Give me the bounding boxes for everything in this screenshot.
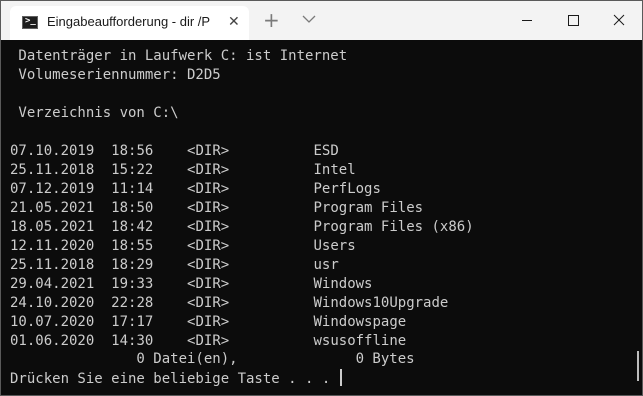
entry-type: <DIR> — [187, 200, 230, 216]
entry-type: <DIR> — [187, 314, 230, 330]
volume-serial-line: Volumeseriennummer: D2D5 — [10, 67, 221, 83]
text-cursor — [339, 369, 342, 386]
directory-row: 25.11.2018 15:22 <DIR> Intel — [10, 161, 356, 180]
directory-row: 24.10.2020 22:28 <DIR> Windows10Upgrade — [10, 294, 448, 313]
directory-row: 18.05.2021 18:42 <DIR> Program Files (x8… — [10, 218, 474, 237]
directory-row: 01.06.2020 14:30 <DIR> wsusoffline — [10, 332, 406, 351]
entry-date: 25.11.2018 — [10, 162, 95, 178]
minimize-icon[interactable] — [504, 1, 550, 40]
directory-row: 21.05.2021 18:50 <DIR> Program Files — [10, 199, 423, 218]
entry-name: wsusoffline — [313, 333, 407, 349]
entry-name: Program Files (x86) — [313, 219, 474, 235]
entry-type: <DIR> — [187, 333, 230, 349]
entry-name: Windowspage — [313, 314, 407, 330]
entry-name: Users — [313, 238, 356, 254]
close-window-icon[interactable] — [596, 1, 642, 40]
entry-time: 18:55 — [111, 238, 154, 254]
entry-type: <DIR> — [187, 181, 230, 197]
entry-time: 15:22 — [111, 162, 154, 178]
entry-date: 07.10.2019 — [10, 143, 95, 159]
entry-type: <DIR> — [187, 238, 230, 254]
directory-row: 25.11.2018 18:29 <DIR> usr — [10, 256, 339, 275]
entry-time: 17:17 — [111, 314, 154, 330]
entry-time: 14:30 — [111, 333, 154, 349]
entry-date: 12.11.2020 — [10, 238, 95, 254]
command-prompt-icon: >_ — [22, 16, 38, 29]
directory-row: 12.11.2020 18:55 <DIR> Users — [10, 237, 356, 256]
entry-time: 18:29 — [111, 257, 154, 273]
entry-name: usr — [313, 257, 339, 273]
directory-row: 10.07.2020 17:17 <DIR> Windowspage — [10, 313, 406, 332]
entry-date: 21.05.2021 — [10, 200, 95, 216]
terminal-window: >_ Eingabeaufforderung - dir /P ✕ + Date… — [0, 0, 643, 396]
entry-name: ESD — [313, 143, 339, 159]
prompt-text: Drücken Sie eine beliebige Taste . . . — [10, 371, 339, 387]
new-tab-icon[interactable]: + — [263, 9, 280, 31]
terminal-output[interactable]: Datenträger in Laufwerk C: ist Internet … — [1, 40, 635, 395]
directory-row: 29.04.2021 19:33 <DIR> Windows — [10, 275, 373, 294]
entry-name: Windows — [313, 276, 373, 292]
entry-type: <DIR> — [187, 276, 230, 292]
tab-title: Eingabeaufforderung - dir /P — [47, 14, 211, 29]
close-tab-icon[interactable]: ✕ — [228, 14, 240, 30]
summary-line: 0 Datei(en), 0 Bytes — [10, 351, 415, 367]
entry-name: Intel — [313, 162, 356, 178]
entry-type: <DIR> — [187, 257, 230, 273]
entry-date: 01.06.2020 — [10, 333, 95, 349]
drive-label-line: Datenträger in Laufwerk C: ist Internet — [10, 48, 348, 64]
entry-date: 25.11.2018 — [10, 257, 95, 273]
entry-name: PerfLogs — [313, 181, 381, 197]
entry-time: 22:28 — [111, 295, 154, 311]
entry-time: 18:50 — [111, 200, 154, 216]
title-bar[interactable]: >_ Eingabeaufforderung - dir /P ✕ + — [1, 1, 642, 40]
entry-date: 07.12.2019 — [10, 181, 95, 197]
directory-row: 07.10.2019 18:56 <DIR> ESD — [10, 142, 339, 161]
entry-name: Program Files — [313, 200, 424, 216]
directory-path-line: Verzeichnis von C:\ — [10, 105, 179, 121]
entry-date: 10.07.2020 — [10, 314, 95, 330]
entry-time: 18:42 — [111, 219, 154, 235]
directory-row: 07.12.2019 11:14 <DIR> PerfLogs — [10, 180, 381, 199]
entry-type: <DIR> — [187, 219, 230, 235]
entry-type: <DIR> — [187, 143, 230, 159]
entry-date: 24.10.2020 — [10, 295, 95, 311]
maximize-icon[interactable] — [550, 1, 596, 40]
entry-time: 19:33 — [111, 276, 154, 292]
prompt-line: Drücken Sie eine beliebige Taste . . . — [10, 369, 342, 389]
scrollbar-thumb[interactable] — [637, 351, 639, 381]
tab-command-prompt[interactable]: >_ Eingabeaufforderung - dir /P ✕ — [10, 6, 249, 40]
entry-time: 11:14 — [111, 181, 154, 197]
entry-type: <DIR> — [187, 162, 230, 178]
entry-time: 18:56 — [111, 143, 154, 159]
entry-type: <DIR> — [187, 295, 230, 311]
entry-date: 29.04.2021 — [10, 276, 95, 292]
entry-date: 18.05.2021 — [10, 219, 95, 235]
entry-name: Windows10Upgrade — [313, 295, 449, 311]
chevron-down-icon[interactable] — [300, 10, 318, 28]
